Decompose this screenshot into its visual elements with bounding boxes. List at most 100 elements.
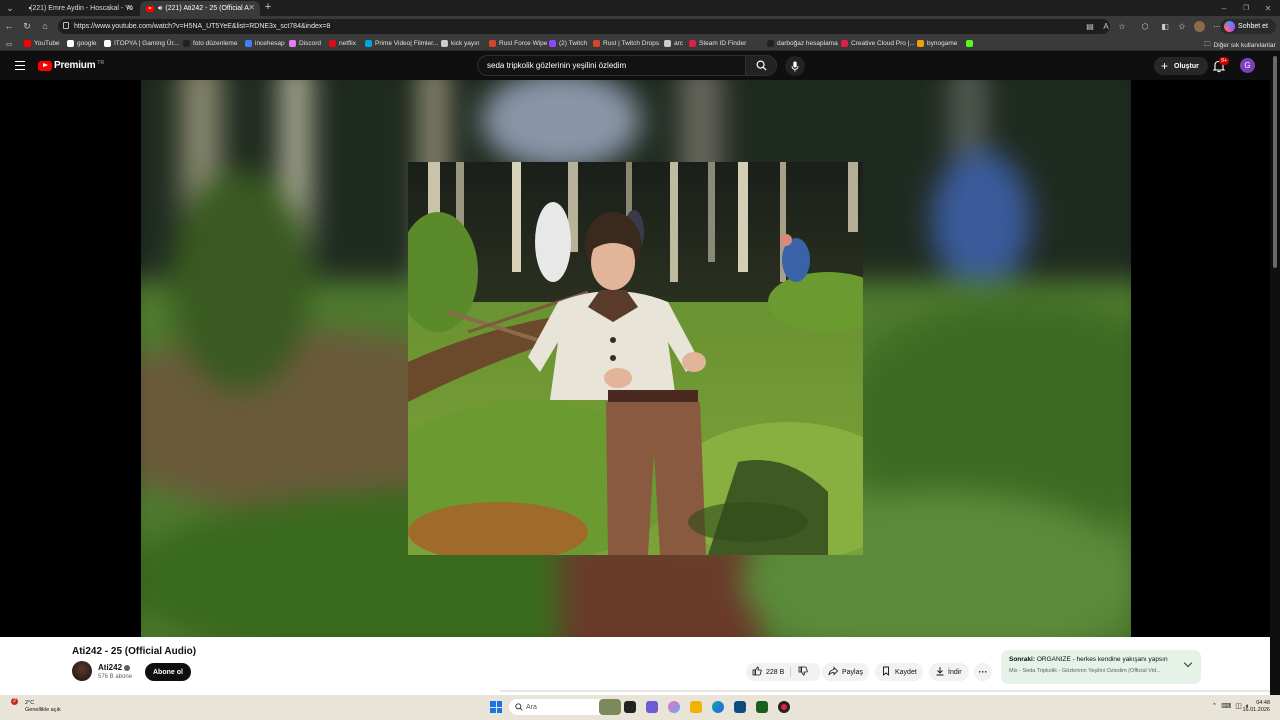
thumbs-down-icon[interactable] [798, 666, 808, 676]
taskbar-search-placeholder: Ara [526, 703, 537, 711]
subscriber-count: 576 B abone [98, 674, 133, 680]
bookmark-label: incehesap [255, 40, 285, 47]
page-scrollbar-thumb[interactable] [1273, 56, 1277, 268]
copilot-app-icon[interactable] [668, 701, 680, 713]
search-input[interactable]: seda tripkolik gözlerinin yeşilini özled… [477, 55, 745, 76]
bookmark-item[interactable] [966, 40, 976, 47]
bookmark-item[interactable]: Prime Video| Filmler... [365, 40, 438, 47]
close-tab-icon[interactable]: ✕ [248, 3, 255, 12]
save-button[interactable]: Kaydet [875, 663, 923, 681]
bookmark-item[interactable]: Steam ID Finder [689, 40, 746, 47]
close-tab-icon[interactable]: ✕ [126, 3, 133, 12]
taskbar-clock[interactable]: 04:48 16.01.2026 [1242, 700, 1270, 714]
video-player[interactable] [0, 80, 1270, 637]
more-actions-button[interactable]: ··· [974, 663, 992, 681]
bookmark-favicon-icon [24, 40, 31, 47]
profile-avatar-icon[interactable] [1194, 21, 1205, 32]
close-window-icon[interactable]: ✕ [1262, 2, 1274, 14]
bookmark-item[interactable]: darboğaz hesaplama [767, 40, 838, 47]
tab-list-chevron-icon[interactable]: ⌄ [4, 2, 16, 14]
favorites-icon[interactable]: ✩ [1177, 21, 1187, 31]
steam-icon[interactable] [778, 701, 790, 713]
other-bookmarks-folder[interactable]: 🗀︎ Diğer sık kullanılanlar [1204, 40, 1276, 51]
bookmark-item[interactable]: ITOPYA | Gaming Ür... [104, 40, 179, 47]
bookmark-label: bynogame [927, 40, 958, 47]
bookmark-item[interactable]: YouTube [24, 40, 60, 47]
next-up-prefix: Sonraki: [1009, 656, 1036, 663]
bookmark-item[interactable]: incehesap [245, 40, 285, 47]
channel-name[interactable]: Ati242 [98, 663, 122, 672]
favorite-star-icon[interactable]: ☆ [1117, 21, 1127, 31]
notification-count-badge: 9+ [1219, 57, 1230, 65]
restore-window-icon[interactable]: ❐ [1240, 2, 1252, 14]
windows-start-icon[interactable] [490, 701, 502, 713]
bookmark-item[interactable]: netflix [329, 40, 356, 47]
extensions-icon[interactable]: ⬡ [1140, 21, 1150, 31]
task-view-icon[interactable] [624, 701, 636, 713]
minimize-window-icon[interactable]: – [1218, 2, 1230, 14]
account-avatar[interactable]: G [1240, 58, 1255, 73]
video-info-panel: Ati242 - 25 (Official Audio) Ati242 576 … [0, 637, 1270, 695]
bookmark-label: YouTube [34, 40, 60, 47]
next-up-title-line: Sonraki: ORGANIZE - herkes kendine yakış… [1009, 656, 1179, 663]
chat-button-label: Sohbet et [1238, 23, 1268, 30]
bookmark-label: kick yayın [451, 40, 480, 47]
youtube-premium-logo[interactable]: Premium TR [38, 60, 104, 71]
channel-avatar[interactable] [72, 661, 92, 681]
split-screen-icon[interactable]: ◧ [1160, 21, 1170, 31]
browser-tab-2[interactable]: 🔊︎ (221) Ati242 - 25 (Official A ✕ [140, 1, 260, 16]
chat-button[interactable]: Sohbet et [1220, 19, 1276, 34]
home-icon[interactable]: ⌂ [39, 20, 51, 32]
search-highlight-image [599, 699, 621, 715]
bookmark-favicon-icon [841, 40, 848, 47]
bookmark-item[interactable]: bynogame [917, 40, 957, 47]
store-icon[interactable] [734, 701, 746, 713]
lock-icon [63, 22, 69, 29]
read-aloud-icon[interactable]: A [1101, 21, 1111, 31]
bookmark-label: arc [674, 40, 684, 47]
bookmark-item[interactable]: kick yayın [441, 40, 480, 47]
bookmarks-toggle-icon[interactable]: ▭ [6, 40, 12, 48]
bookmark-item[interactable]: foto düzenleme [183, 40, 237, 47]
speaker-icon[interactable]: 🔊︎ [158, 5, 162, 13]
voice-search-button[interactable] [785, 56, 805, 76]
bookmark-item[interactable]: Rust | Twitch Drops [593, 40, 659, 47]
bookmark-label: netflix [339, 40, 356, 47]
bookmarks-bar: ▭ 🗀︎ Diğer sık kullanılanlar YouTube goog… [0, 37, 1280, 51]
url-input[interactable]: https://www.youtube.com/watch?v=H5NA_UT5… [58, 19, 1110, 34]
reload-icon[interactable]: ↻ [21, 20, 33, 32]
bookmark-icon [883, 666, 889, 676]
chevron-down-icon[interactable] [1183, 658, 1193, 668]
taskbar-search-input[interactable]: Ara [509, 699, 621, 715]
search-button[interactable] [745, 55, 777, 76]
plus-icon: + [1161, 59, 1169, 73]
reader-mode-icon[interactable]: ▤ [1085, 21, 1095, 31]
bookmark-item[interactable]: Creative Cloud Pro |... [841, 40, 915, 47]
microphone-icon [791, 61, 799, 71]
bookmark-item[interactable]: Discord [289, 40, 321, 47]
weather-widget[interactable]: 2 2°C Genellikle açık [11, 698, 61, 714]
file-explorer-icon[interactable] [690, 701, 702, 713]
teams-icon[interactable] [646, 701, 658, 713]
download-button[interactable]: İndir [929, 663, 969, 681]
bookmark-item[interactable]: Rust Force Wipe [489, 40, 547, 47]
bookmark-item[interactable]: (2) Twitch [549, 40, 587, 47]
next-up-panel[interactable]: Sonraki: ORGANIZE - herkes kendine yakış… [1001, 650, 1201, 684]
xbox-icon[interactable] [756, 701, 768, 713]
share-button[interactable]: Paylaş [822, 663, 869, 681]
thumbs-up-icon[interactable] [752, 666, 762, 676]
bookmark-favicon-icon [289, 40, 296, 47]
tab-title: (221) Ati242 - 25 (Official A [165, 5, 249, 12]
subscribe-button[interactable]: Abone ol [145, 663, 191, 681]
bookmark-item[interactable]: arc [664, 40, 683, 47]
like-count[interactable]: 228 B [766, 669, 784, 676]
create-button[interactable]: + Oluştur [1154, 57, 1208, 75]
new-tab-plus-icon[interactable]: + [262, 1, 274, 13]
bookmark-item[interactable]: google [67, 40, 97, 47]
like-dislike-group: 228 B [746, 663, 821, 681]
edge-browser-icon[interactable] [712, 701, 724, 713]
hamburger-menu-icon[interactable] [15, 61, 25, 70]
back-arrow-icon[interactable]: ← [3, 20, 15, 32]
browser-tab-1[interactable]: (221) Emre Aydin - Hoscakal - Yo ✕ [20, 1, 138, 16]
other-bookmarks-label: Diğer sık kullanılanlar [1213, 42, 1276, 49]
